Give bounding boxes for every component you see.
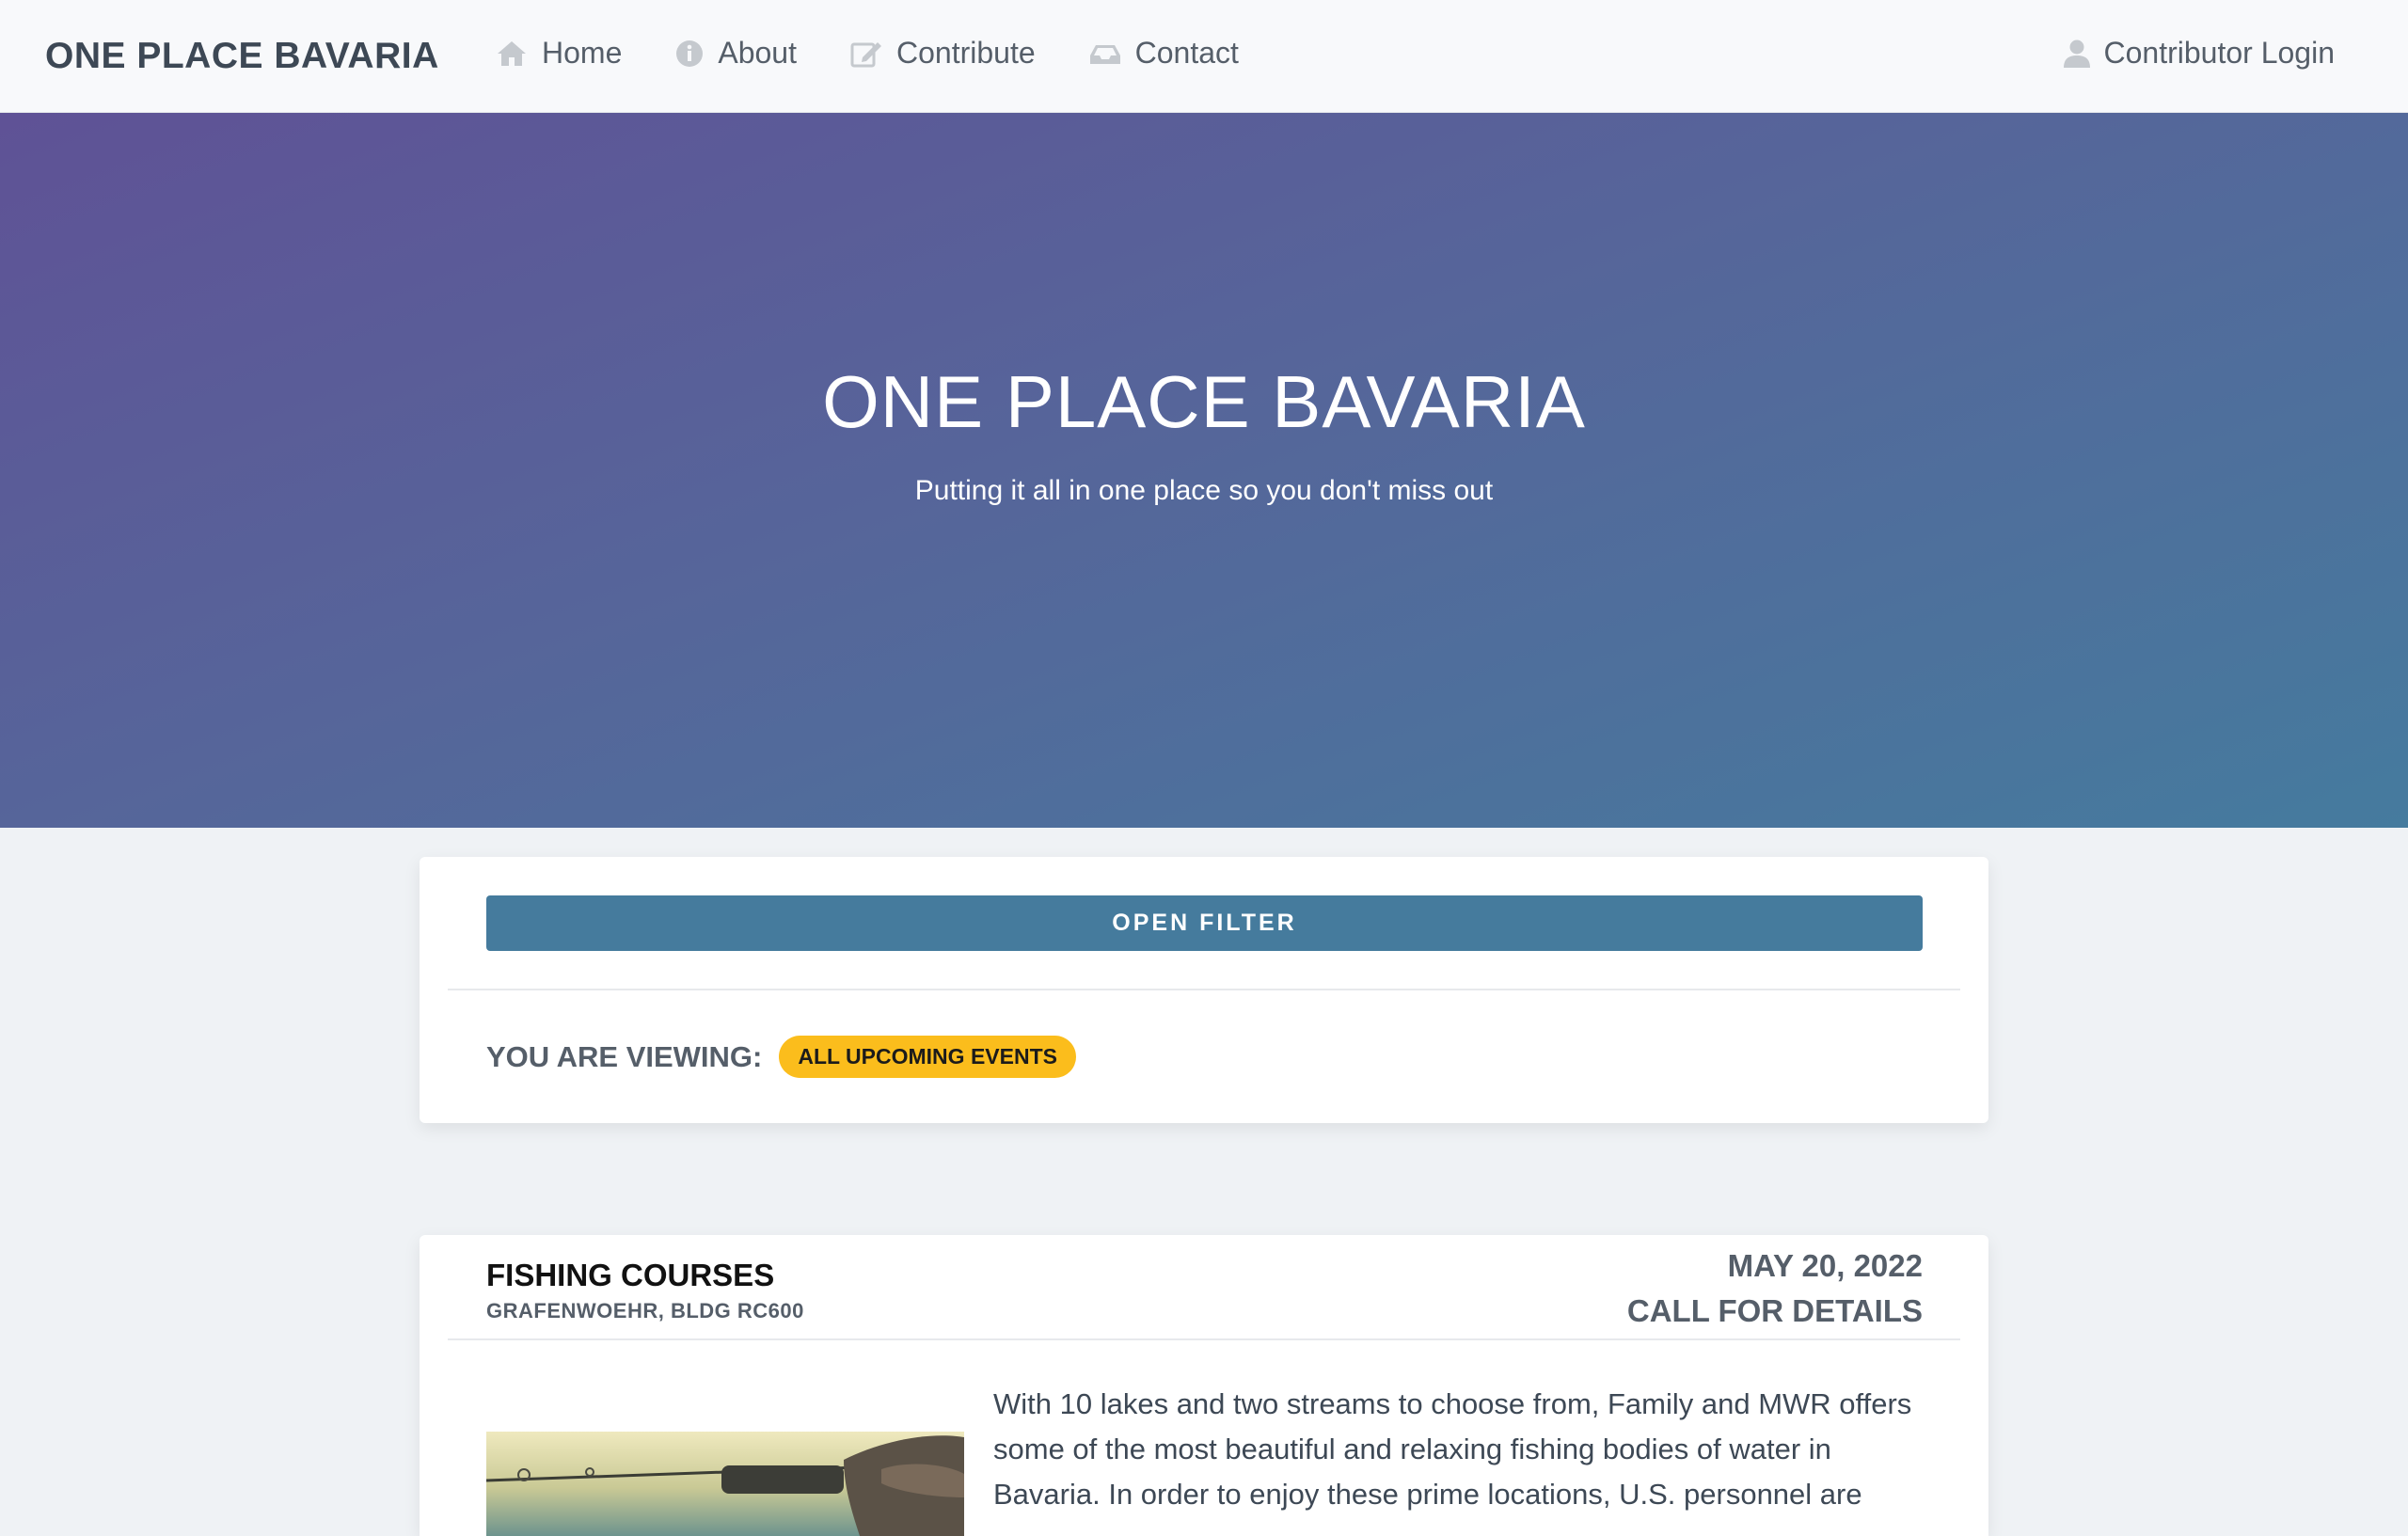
divider bbox=[448, 1338, 1960, 1340]
viewing-label: YOU ARE VIEWING: bbox=[486, 1039, 763, 1073]
brand-logo[interactable]: ONE PLACE BAVARIA bbox=[45, 36, 439, 77]
open-filter-button[interactable]: OPEN FILTER bbox=[486, 895, 1923, 951]
info-icon bbox=[676, 40, 704, 67]
user-icon bbox=[2063, 40, 2090, 68]
login-label: Contributor Login bbox=[2103, 36, 2335, 70]
hero-banner: ONE PLACE BAVARIA Putting it all in one … bbox=[0, 113, 2408, 828]
hero-subtitle: Putting it all in one place so you don't… bbox=[914, 475, 1494, 506]
event-location: GRAFENWOEHR, BLDG RC600 bbox=[486, 1299, 804, 1322]
divider bbox=[448, 989, 1960, 990]
main-nav: Home About Contribute Contact bbox=[495, 36, 1291, 71]
fishing-photo bbox=[486, 1432, 964, 1536]
event-date: MAY 20, 2022 bbox=[1727, 1248, 1923, 1283]
nav-item-about[interactable]: About bbox=[674, 36, 797, 71]
nav-item-contact[interactable]: Contact bbox=[1088, 36, 1239, 71]
event-title[interactable]: FISHING COURSES bbox=[486, 1258, 774, 1293]
contributor-login-link[interactable]: Contributor Login bbox=[2063, 36, 2335, 71]
hero-title: ONE PLACE BAVARIA bbox=[822, 360, 1586, 443]
event-card: FISHING COURSES GRAFENWOEHR, BLDG RC600 … bbox=[420, 1235, 1988, 1536]
event-description: With 10 lakes and two streams to choose … bbox=[993, 1387, 1912, 1511]
inbox-icon bbox=[1089, 44, 1120, 64]
viewing-badge: ALL UPCOMING EVENTS bbox=[779, 1036, 1076, 1078]
viewing-status: YOU ARE VIEWING: ALL UPCOMING EVENTS bbox=[486, 1036, 1076, 1078]
top-navbar: ONE PLACE BAVARIA Home About Contribute bbox=[0, 0, 2408, 113]
home-icon bbox=[498, 40, 526, 66]
event-image[interactable] bbox=[486, 1432, 964, 1536]
nav-item-label: Contact bbox=[1134, 36, 1239, 70]
nav-item-contribute[interactable]: Contribute bbox=[849, 36, 1036, 71]
event-time: CALL FOR DETAILS bbox=[1626, 1293, 1923, 1328]
nav-item-home[interactable]: Home bbox=[495, 36, 622, 71]
nav-item-label: Home bbox=[542, 36, 623, 70]
edit-icon bbox=[850, 41, 881, 67]
nav-item-label: About bbox=[718, 36, 797, 70]
filter-card: OPEN FILTER YOU ARE VIEWING: ALL UPCOMIN… bbox=[420, 857, 1988, 1123]
nav-item-label: Contribute bbox=[895, 36, 1036, 70]
